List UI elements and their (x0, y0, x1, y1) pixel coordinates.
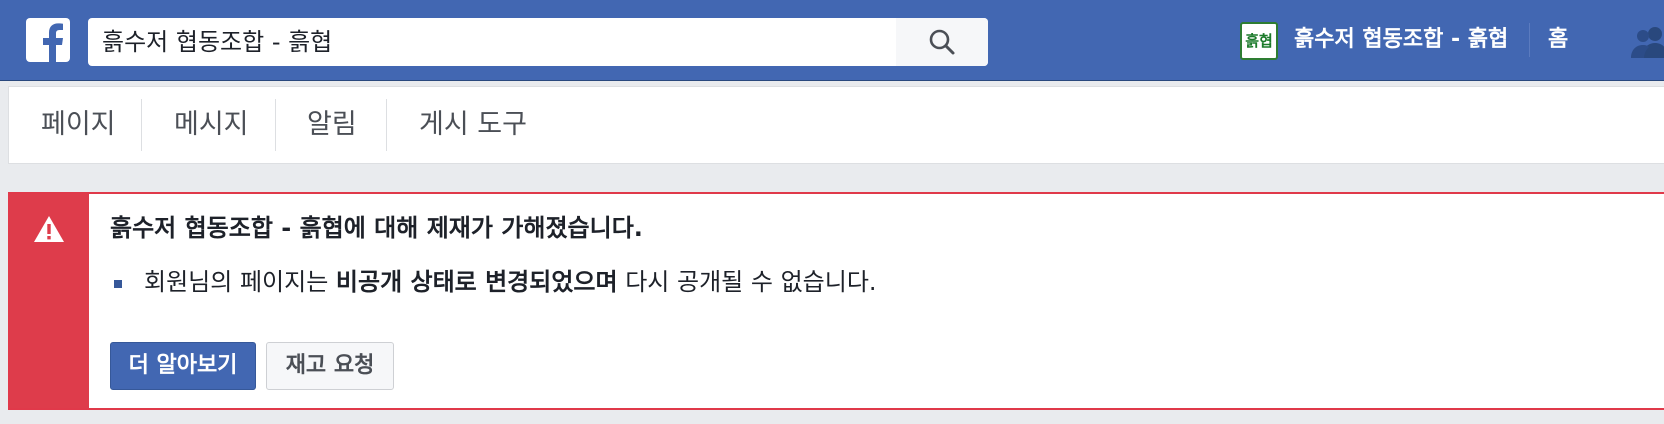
home-link[interactable]: 홈 (1548, 22, 1568, 58)
search-input[interactable] (102, 18, 882, 66)
tab-page[interactable]: 페이지 (41, 87, 116, 163)
alert-message-prefix: 회원님의 페이지는 (144, 268, 336, 296)
tab-publishing-tools[interactable]: 게시 도구 (419, 87, 527, 163)
alert-title: 흙수저 협동조합 - 흙협에 대해 제재가 가해졌습니다. (110, 214, 643, 242)
alert-stripe (10, 194, 89, 408)
page-tab-bar: 페이지 메시지 알림 게시 도구 (8, 86, 1664, 164)
warning-icon (34, 216, 64, 242)
top-navigation-bar: 흙협 흙수저 협동조합 - 흙협 홈 (0, 0, 1664, 81)
request-review-button[interactable]: 재고 요청 (266, 342, 394, 390)
tab-divider (141, 99, 142, 151)
tab-notifications[interactable]: 알림 (307, 87, 357, 163)
alert-message-suffix: 다시 공개될 수 없습니다. (617, 268, 877, 296)
tab-divider (386, 99, 387, 151)
page-thumbnail[interactable]: 흙협 (1240, 22, 1278, 60)
bullet-icon (114, 280, 122, 288)
alert-message: 회원님의 페이지는 비공개 상태로 변경되었으며 다시 공개될 수 없습니다. (144, 264, 877, 300)
friends-icon[interactable] (1630, 24, 1664, 60)
facebook-f-icon[interactable] (26, 18, 70, 62)
search-button[interactable] (896, 18, 988, 66)
search-box (88, 18, 988, 66)
page-name-link[interactable]: 흙수저 협동조합 - 흙협 (1294, 22, 1508, 58)
alert-message-bold: 비공개 상태로 변경되었으며 (335, 268, 618, 296)
restriction-alert: 흙수저 협동조합 - 흙협에 대해 제재가 가해졌습니다. 회원님의 페이지는 … (8, 192, 1664, 410)
divider (1529, 23, 1530, 57)
search-icon (929, 29, 955, 55)
page-thumbnail-text: 흙협 (1245, 32, 1273, 50)
tab-divider (275, 99, 276, 151)
tab-messages[interactable]: 메시지 (174, 87, 249, 163)
learn-more-button[interactable]: 더 알아보기 (110, 342, 256, 390)
